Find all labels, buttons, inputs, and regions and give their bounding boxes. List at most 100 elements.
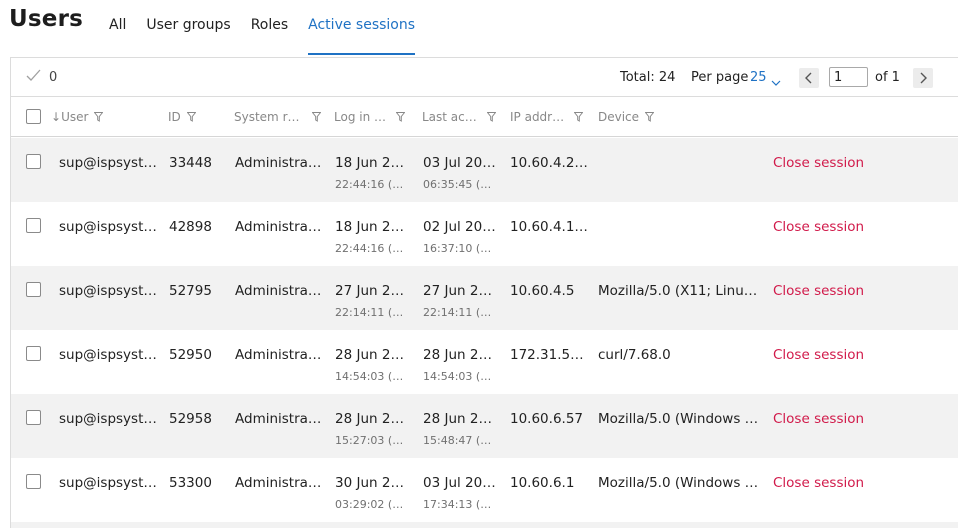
tab-all[interactable]: All xyxy=(109,0,126,57)
close-session-button[interactable]: Close session xyxy=(773,347,864,363)
chevron-down-icon[interactable] xyxy=(771,72,781,86)
filter-icon[interactable] xyxy=(310,111,322,125)
cell-role: Administra… xyxy=(235,155,322,171)
cell-user: sup@ispsyst… xyxy=(59,283,157,299)
close-session-button[interactable]: Close session xyxy=(773,475,864,491)
cell-login-time: 22:44:16 (… xyxy=(335,178,404,191)
row-checkbox[interactable] xyxy=(26,282,41,297)
cell-login-time: 22:44:16 (… xyxy=(335,242,404,255)
cell-login-time: 15:27:03 (… xyxy=(335,434,404,447)
cell-last-date: 03 Jul 20… xyxy=(423,475,496,491)
per-page-select[interactable]: 25 xyxy=(750,70,767,85)
cell-id: 52950 xyxy=(169,347,212,363)
cell-id: 42898 xyxy=(169,219,212,235)
cell-last-time: 16:37:10 (… xyxy=(423,242,492,255)
cell-role: Administra… xyxy=(235,347,322,363)
next-page-button[interactable] xyxy=(913,68,933,88)
cell-user: sup@ispsyst… xyxy=(59,219,157,235)
cell-last-time: 14:54:03 (… xyxy=(423,370,492,383)
cell-id: 52795 xyxy=(169,283,212,299)
cell-id: 52958 xyxy=(169,411,212,427)
cell-device: Mozilla/5.0 (X11; Linux… xyxy=(598,283,763,299)
table-row: sup@ispsyst… 33448 Administra… 18 Jun 2…… xyxy=(11,138,958,202)
cell-device: Mozilla/5.0 (Windows … xyxy=(598,411,759,427)
cell-last-date: 02 Jul 20… xyxy=(423,219,496,235)
cell-user: sup@ispsyst… xyxy=(59,347,157,363)
cell-id: 53300 xyxy=(169,475,212,491)
table-header: ↓User ID System r… Log in … Last ac… IP … xyxy=(11,96,958,137)
cell-login-time: 14:54:03 (… xyxy=(335,370,404,383)
page-number-input[interactable] xyxy=(829,67,868,87)
cell-last-time: 06:35:45 (… xyxy=(423,178,492,191)
filter-icon[interactable] xyxy=(644,111,655,125)
filter-icon[interactable] xyxy=(395,111,406,125)
cell-login-time: 03:29:02 (… xyxy=(335,498,404,511)
cell-login-date: 28 Jun 2… xyxy=(335,411,404,427)
close-session-button[interactable]: Close session xyxy=(773,155,864,171)
filter-icon[interactable] xyxy=(573,111,584,125)
prev-page-button[interactable] xyxy=(799,68,819,88)
close-session-button[interactable]: Close session xyxy=(773,219,864,235)
row-checkbox[interactable] xyxy=(26,346,41,361)
cell-last-time: 22:14:11 (… xyxy=(423,306,492,319)
cell-role: Administra… xyxy=(235,219,322,235)
table-row: sup@ispsyst… 52795 Administra… 27 Jun 2…… xyxy=(11,266,958,330)
cell-user: sup@ispsyst… xyxy=(59,475,157,491)
cell-ip: 172.31.5… xyxy=(510,347,584,363)
filter-icon[interactable] xyxy=(93,111,104,125)
sessions-table: 0 Total: 24 Per page 25 of 1 ↓User ID xyxy=(10,57,958,528)
close-session-button[interactable]: Close session xyxy=(773,411,864,427)
table-row: sup@ispsyst… 53300 Administra… 30 Jun 2…… xyxy=(11,458,958,522)
cell-ip: 10.60.6.57 xyxy=(510,411,583,427)
table-row: sup@ispsyst… 42898 Administra… 18 Jun 2…… xyxy=(11,202,958,266)
tab-roles[interactable]: Roles xyxy=(251,0,288,57)
selected-count: 0 xyxy=(49,70,58,85)
column-header-id[interactable]: ID xyxy=(168,110,197,125)
sort-arrow-icon: ↓ xyxy=(51,110,62,124)
cell-ip: 10.60.4.2… xyxy=(510,155,588,171)
cell-user: sup@ispsyst… xyxy=(59,155,157,171)
column-header-device[interactable]: Device xyxy=(598,110,655,125)
tab-active-sessions[interactable]: Active sessions xyxy=(308,0,415,57)
per-page-label: Per page xyxy=(691,70,749,85)
tab-user-groups[interactable]: User groups xyxy=(146,0,230,57)
column-header-last-activity[interactable]: Last ac… xyxy=(422,110,497,125)
row-checkbox[interactable] xyxy=(26,154,41,169)
row-checkbox[interactable] xyxy=(26,474,41,489)
total-count: Total: 24 xyxy=(620,70,676,85)
cell-ip: 10.60.6.1 xyxy=(510,475,575,491)
cell-login-date: 30 Jun 2… xyxy=(335,475,404,491)
cell-ip: 10.60.4.5 xyxy=(510,283,575,299)
cell-login-date: 18 Jun 2… xyxy=(335,155,404,171)
cell-role: Administra… xyxy=(235,283,322,299)
column-header-system-role[interactable]: System r… xyxy=(234,110,322,125)
cell-login-date: 18 Jun 2… xyxy=(335,219,404,235)
filter-icon[interactable] xyxy=(186,111,197,125)
cell-device: Mozilla/5.0 (Windows … xyxy=(598,475,759,491)
cell-device: curl/7.68.0 xyxy=(598,347,671,363)
select-all-checkbox[interactable] xyxy=(26,109,41,124)
close-session-button[interactable]: Close session xyxy=(773,283,864,299)
row-checkbox[interactable] xyxy=(26,410,41,425)
cell-last-date: 28 Jun 2… xyxy=(423,411,492,427)
column-header-log-in[interactable]: Log in … xyxy=(334,110,406,125)
cell-user: sup@ispsyst… xyxy=(59,411,157,427)
cell-login-date: 28 Jun 2… xyxy=(335,347,404,363)
tab-bar: All User groups Roles Active sessions xyxy=(109,0,435,57)
cell-role: Administra… xyxy=(235,475,322,491)
cell-last-time: 15:48:47 (… xyxy=(423,434,492,447)
page-total: of 1 xyxy=(875,70,900,85)
cell-last-date: 03 Jul 20… xyxy=(423,155,496,171)
column-header-ip-address[interactable]: IP addr… xyxy=(510,110,584,125)
cell-last-time: 17:34:13 (… xyxy=(423,498,492,511)
column-header-user[interactable]: ↓User xyxy=(51,110,104,125)
cell-last-date: 28 Jun 2… xyxy=(423,347,492,363)
cell-last-date: 27 Jun 2… xyxy=(423,283,492,299)
row-checkbox[interactable] xyxy=(26,218,41,233)
cell-ip: 10.60.4.1… xyxy=(510,219,588,235)
table-toolbar: 0 Total: 24 Per page 25 of 1 xyxy=(11,58,958,96)
table-row: sup@ispsyst… 52950 Administra… 28 Jun 2…… xyxy=(11,330,958,394)
checkmark-icon xyxy=(26,69,42,83)
cell-login-time: 22:14:11 (… xyxy=(335,306,404,319)
filter-icon[interactable] xyxy=(486,111,497,125)
